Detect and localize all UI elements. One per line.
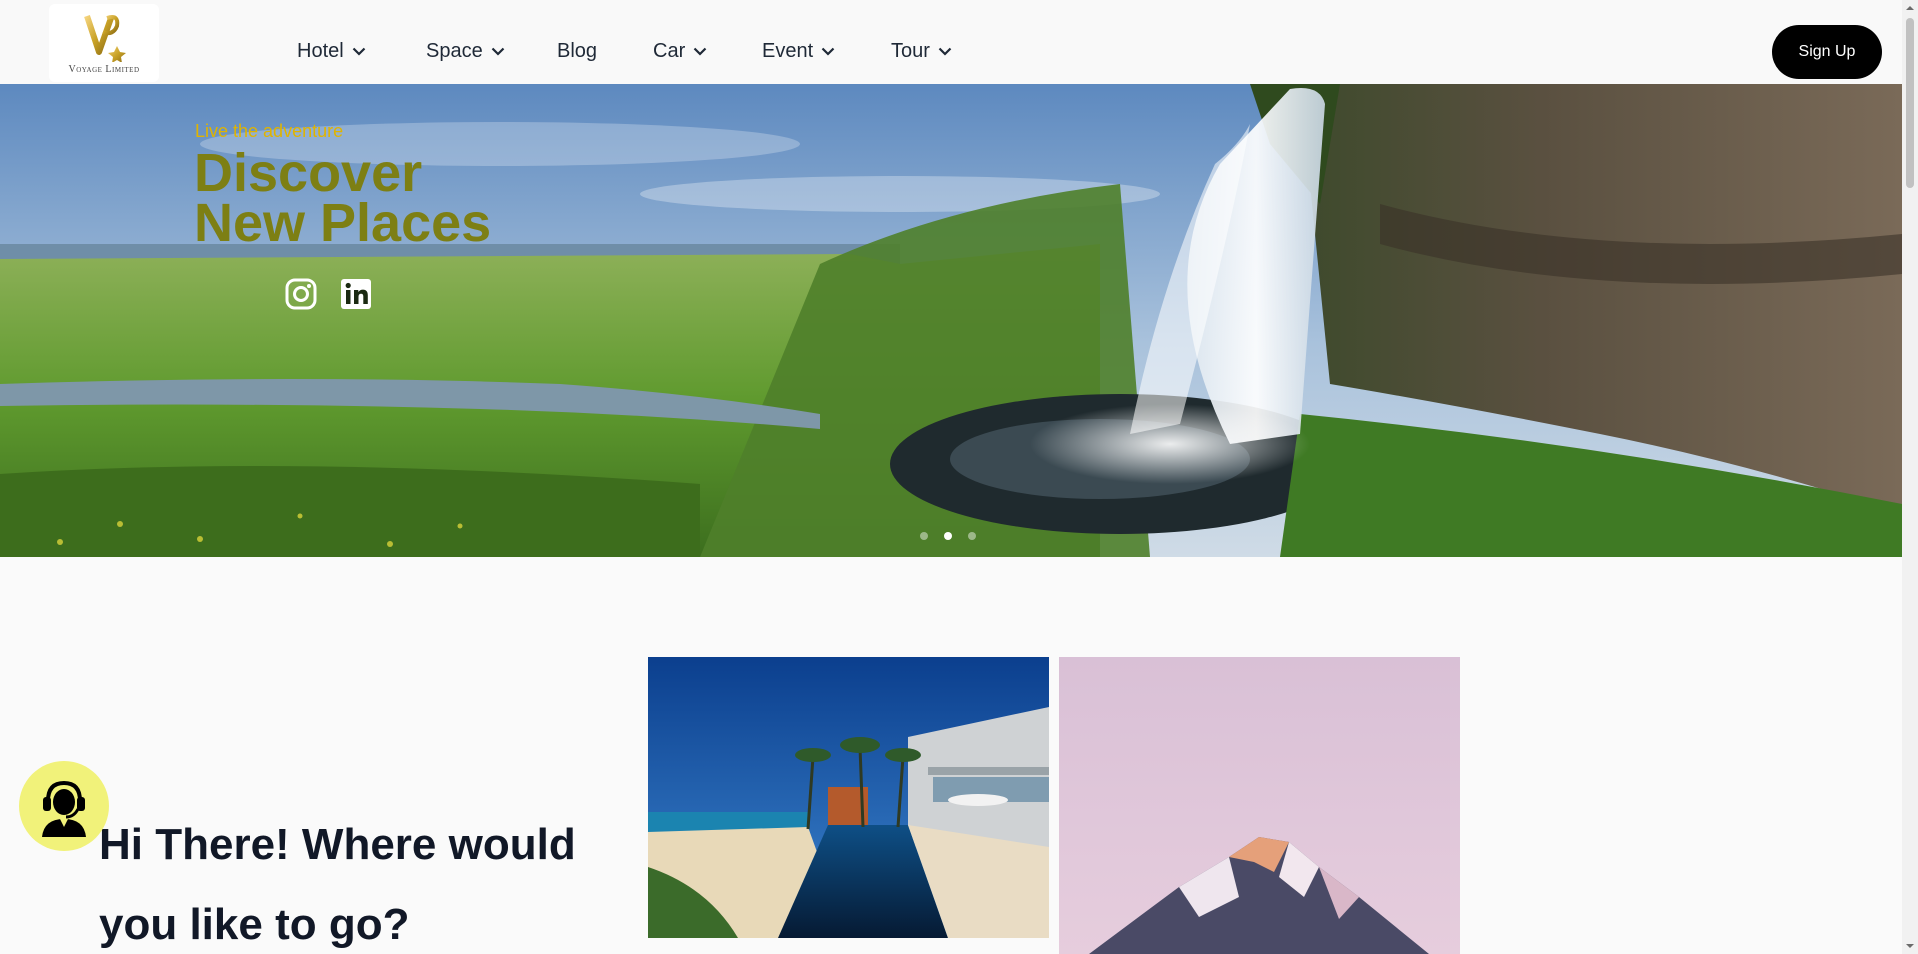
site-header: Voyage Limited Hotel Space Blog Car Even… [0,0,1902,84]
chevron-down-icon [693,47,707,56]
customer-support-button[interactable] [19,761,109,851]
luxury-pool-villa-image [648,657,1049,938]
snowy-mountain-peak-image [1059,657,1460,954]
signup-button[interactable]: Sign Up [1772,25,1882,79]
chevron-down-icon [938,47,952,56]
chevron-down-icon [491,47,505,56]
hero-headline: Discover New Places [194,146,491,250]
nav-item-tour[interactable]: Tour [891,40,952,63]
chevron-down-icon [352,47,366,56]
linkedin-icon[interactable] [339,277,373,311]
scroll-down-icon[interactable] [1906,942,1914,950]
hero-tagline: Live the adventure [195,121,344,141]
hero-carousel: Live the adventure Discover New Places [0,84,1902,557]
greeting-line2: you like to go? [99,900,410,949]
greeting-line1: Hi There! Where would [99,820,576,869]
page: Voyage Limited Hotel Space Blog Car Even… [0,0,1918,954]
hero-headline-line2: New Places [194,193,492,253]
nav-item-space[interactable]: Space [426,40,505,63]
nav-item-label: Blog [557,40,598,62]
instagram-icon[interactable] [284,277,318,311]
greeting-heading: Hi There! Where would you like to go? [99,805,599,954]
nav-item-label: Hotel [297,40,344,62]
nav-item-event[interactable]: Event [762,40,835,63]
brand-logo[interactable]: Voyage Limited [49,4,159,82]
scroll-up-icon[interactable] [1906,4,1914,12]
destination-card-villa[interactable] [648,657,1049,938]
customer-support-icon [42,780,86,837]
scrollbar-thumb[interactable] [1906,18,1914,188]
carousel-dot-1[interactable] [920,532,928,540]
voyage-logo-icon [84,14,126,62]
nav-item-label: Tour [891,40,930,62]
carousel-dot-2[interactable] [944,532,952,540]
destination-card-mountain[interactable] [1059,657,1460,954]
brand-logo-text: Voyage Limited [68,63,140,75]
nav-item-car[interactable]: Car [653,40,707,63]
nav-item-label: Space [426,40,483,62]
nav-item-hotel[interactable]: Hotel [297,40,366,63]
chevron-down-icon [821,47,835,56]
nav-item-label: Car [653,40,686,62]
nav-item-blog[interactable]: Blog [557,40,597,63]
nav-item-label: Event [762,40,814,62]
page-scrollbar[interactable] [1902,0,1918,954]
carousel-dot-3[interactable] [968,532,976,540]
carousel-pagination [920,532,976,540]
